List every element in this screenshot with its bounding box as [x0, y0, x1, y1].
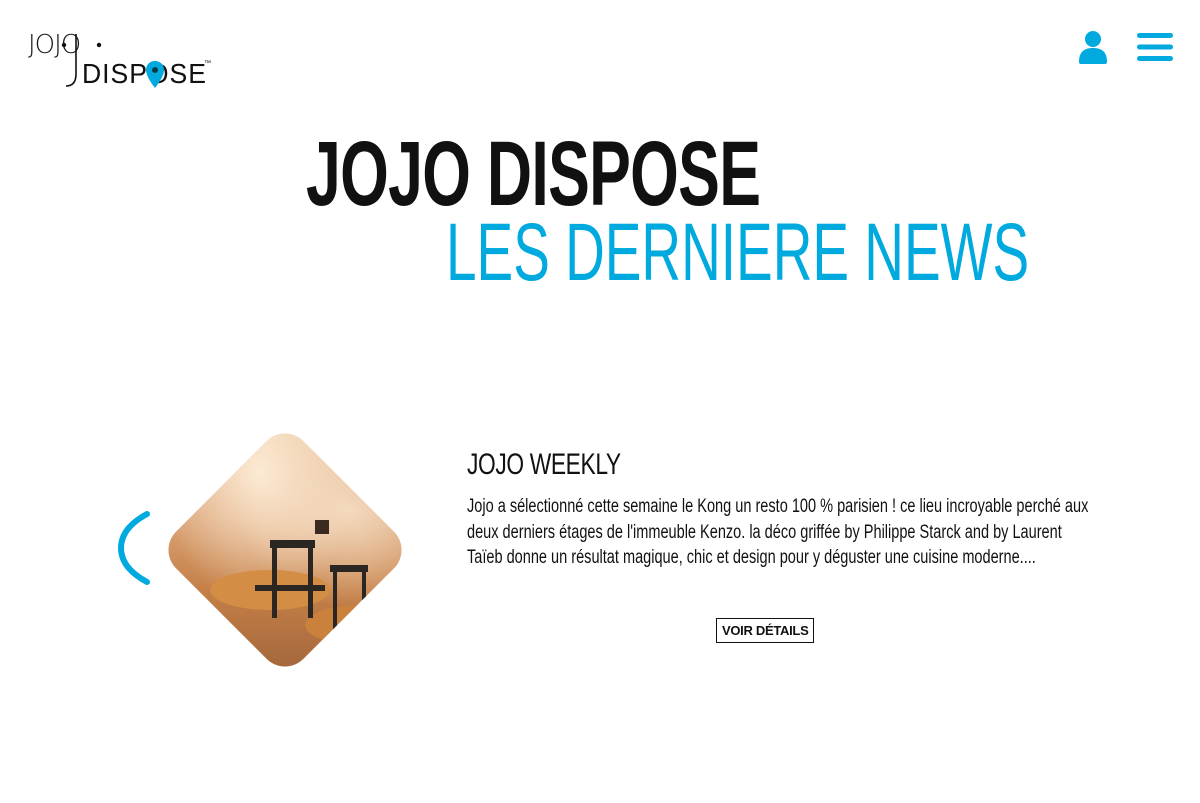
restaurant-photo: [157, 422, 413, 678]
news-post: JOJO WEEKLY Jojo a sélectionné cette sem…: [467, 448, 1097, 571]
table-lamp: [315, 520, 329, 534]
page-subtitle: LES DERNIERE NEWS: [446, 207, 1030, 298]
logo-trademark: ™: [204, 60, 211, 67]
chair-leg-left: [272, 548, 277, 618]
hamburger-menu-icon: [1137, 33, 1173, 61]
user-icon: [1079, 31, 1107, 64]
chair-seat: [255, 585, 325, 591]
user-account-button[interactable]: [1078, 30, 1108, 64]
map-pin-icon: [146, 61, 164, 88]
chair-back-2: [330, 565, 368, 572]
chair-leg-4: [362, 572, 366, 632]
carousel-prev-button[interactable]: [115, 510, 151, 586]
post-excerpt: Jojo a sélectionné cette semaine le Kong…: [467, 496, 1089, 568]
site-logo[interactable]: JOJO DISPOSE ™: [28, 30, 218, 92]
post-image[interactable]: [157, 422, 413, 678]
chair-leg-right: [308, 548, 313, 618]
post-title: JOJO WEEKLY: [467, 448, 621, 481]
page: JOJO DISPOSE ™ JOJO DISPOSE LES DERNIERE…: [0, 0, 1200, 803]
voir-details-button[interactable]: VOIR DÉTAILS: [716, 618, 815, 643]
chevron-left-icon: [117, 511, 150, 585]
menu-button[interactable]: [1137, 33, 1173, 61]
chair-leg-3: [333, 572, 337, 632]
table-shape-2: [305, 605, 413, 645]
chair-back: [270, 540, 315, 548]
